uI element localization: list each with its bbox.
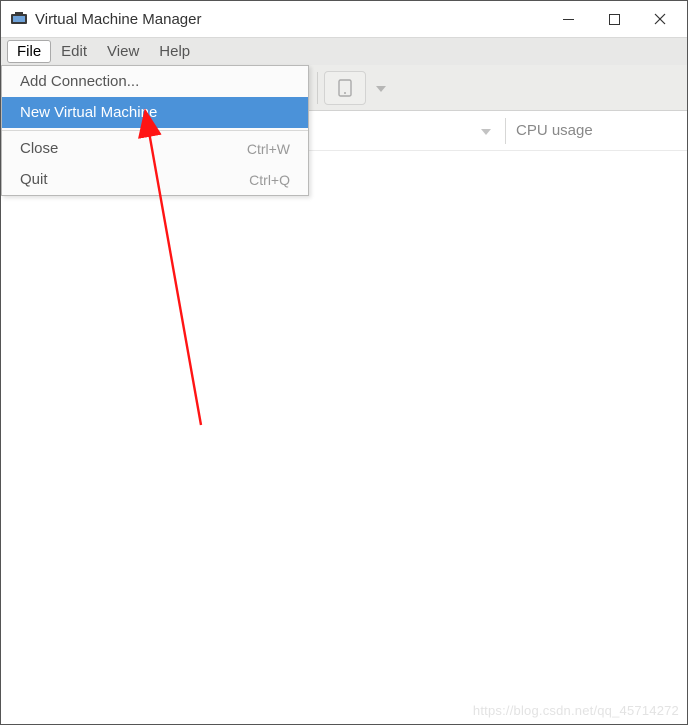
titlebar: Virtual Machine Manager <box>1 1 687 37</box>
menu-item-label: Close <box>20 140 58 157</box>
chevron-down-icon <box>376 86 386 92</box>
maximize-button[interactable] <box>591 3 637 35</box>
menu-shortcut: Ctrl+W <box>247 141 290 157</box>
maximize-icon <box>609 14 620 25</box>
menu-item-new-virtual-machine[interactable]: New Virtual Machine <box>2 97 308 128</box>
file-dropdown-menu: Add Connection... New Virtual Machine Cl… <box>1 65 309 196</box>
menu-help[interactable]: Help <box>149 40 200 63</box>
window-controls <box>545 3 683 35</box>
menu-separator <box>2 130 308 131</box>
window-title: Virtual Machine Manager <box>35 11 201 28</box>
toolbar-divider <box>317 72 318 104</box>
sort-indicator[interactable] <box>481 122 491 140</box>
menubar: File Edit View Help <box>1 37 687 65</box>
close-button[interactable] <box>637 3 683 35</box>
column-separator <box>505 118 506 144</box>
open-button[interactable] <box>324 71 366 105</box>
menu-shortcut: Ctrl+Q <box>249 172 290 188</box>
menu-edit[interactable]: Edit <box>51 40 97 63</box>
menu-item-close[interactable]: Close Ctrl+W <box>2 133 308 164</box>
minimize-icon <box>563 14 574 25</box>
app-icon <box>11 12 27 26</box>
menu-item-label: New Virtual Machine <box>20 104 157 121</box>
menu-item-add-connection[interactable]: Add Connection... <box>2 66 308 97</box>
open-dropdown-arrow[interactable] <box>376 79 386 97</box>
open-icon <box>338 79 352 97</box>
watermark: https://blog.csdn.net/qq_45714272 <box>473 703 679 718</box>
menu-item-quit[interactable]: Quit Ctrl+Q <box>2 164 308 195</box>
menu-view[interactable]: View <box>97 40 149 63</box>
minimize-button[interactable] <box>545 3 591 35</box>
menu-item-label: Add Connection... <box>20 73 139 90</box>
chevron-down-icon <box>481 129 491 135</box>
menu-file[interactable]: File <box>7 40 51 63</box>
close-icon <box>654 13 666 25</box>
content-area: CPU usage Add Connection... New Virtual … <box>1 65 687 724</box>
app-window: Virtual Machine Manager File Edit View H… <box>0 0 688 725</box>
column-cpu-usage[interactable]: CPU usage <box>516 122 593 139</box>
menu-item-label: Quit <box>20 171 48 188</box>
